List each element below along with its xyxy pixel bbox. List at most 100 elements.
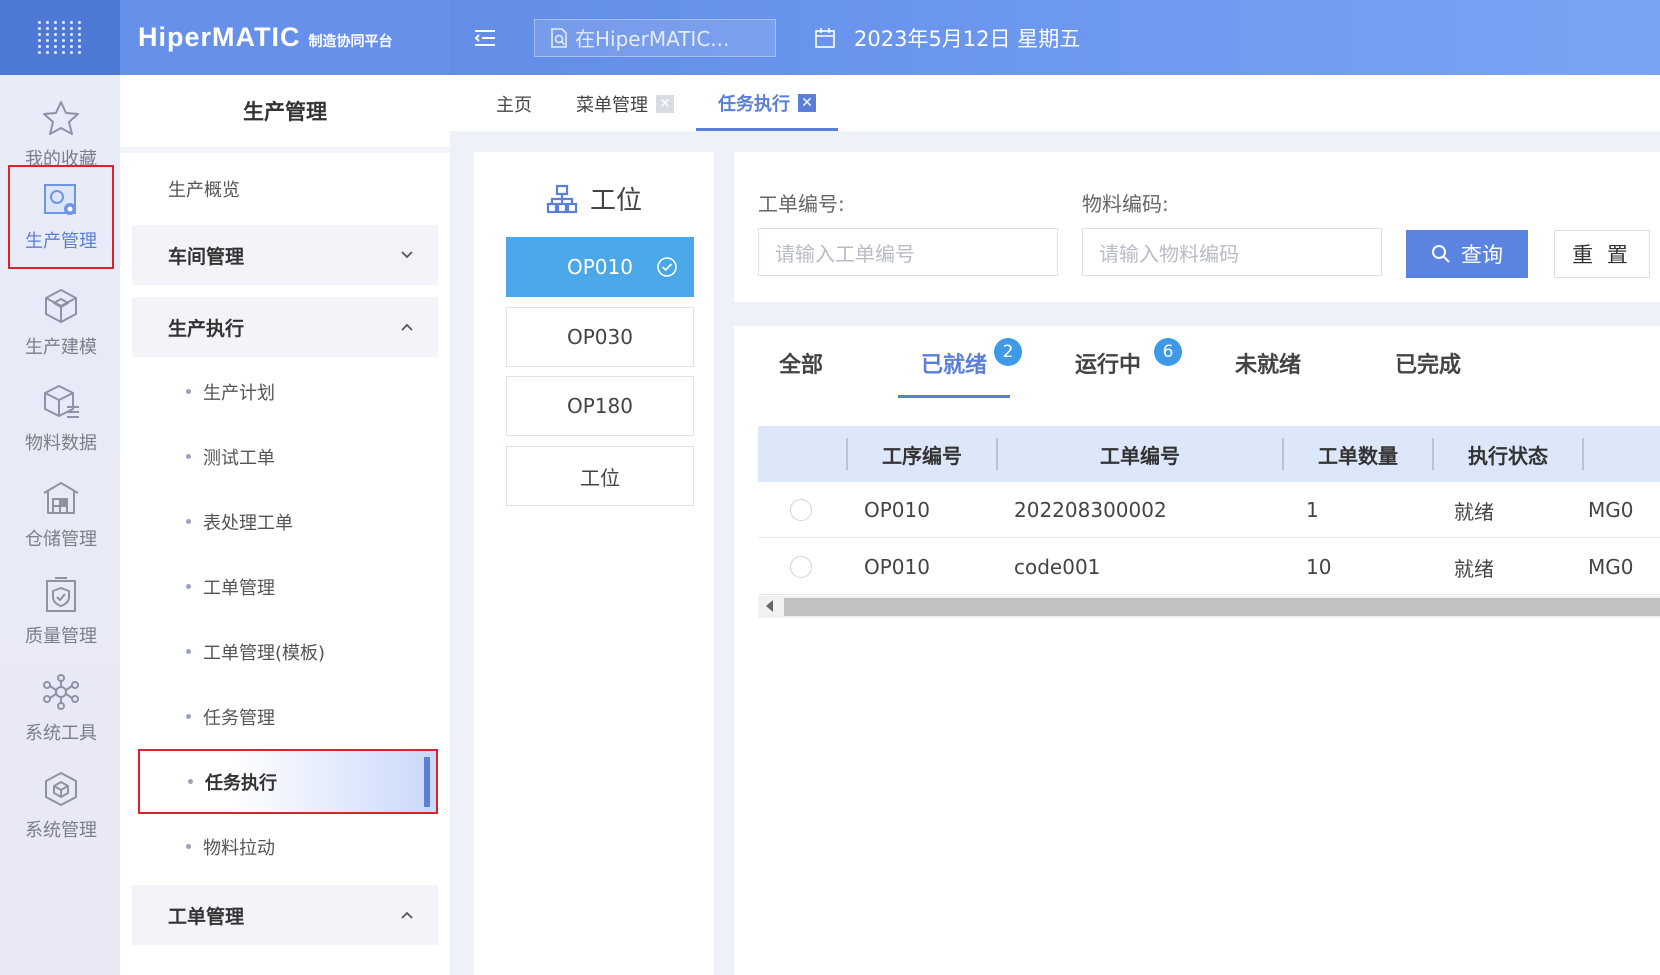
tab-task-exec[interactable]: 任务执行 ✕ — [696, 77, 838, 131]
rail-item-production[interactable]: 生产管理 — [8, 165, 114, 269]
menu-item-overview[interactable]: 生产概览 — [120, 153, 450, 225]
rail-item-modeling[interactable]: 生产建模 — [8, 271, 114, 375]
status-tab-not-ready[interactable]: 未就绪 — [1232, 326, 1304, 400]
order-no-input[interactable]: 请输入工单编号 — [758, 228, 1058, 276]
workstation-item[interactable]: 工位 — [506, 446, 694, 506]
col-header-status: 执行状态 — [1468, 443, 1548, 468]
status-tab-running[interactable]: 运行中 6 — [1072, 326, 1182, 400]
table-row[interactable]: OP010 202208300002 1 就绪 MG0 — [758, 482, 1660, 538]
workstation-item[interactable]: OP180 — [506, 376, 694, 436]
chevron-up-icon — [401, 323, 413, 331]
network-icon — [43, 674, 79, 710]
menu-group-workshop[interactable]: 车间管理 — [132, 225, 438, 285]
shield-icon — [46, 577, 76, 612]
row-radio[interactable] — [790, 499, 812, 521]
rail-label: 系统工具 — [25, 723, 97, 744]
status-tab-label: 已就绪 — [920, 353, 987, 378]
bullet-icon — [186, 584, 191, 589]
rail-label: 生产管理 — [25, 231, 97, 252]
logo-main-text: HiperMATIC — [138, 22, 301, 52]
menu-item-task-exec[interactable]: 任务执行 — [138, 749, 438, 814]
cell-op: OP010 — [864, 498, 930, 522]
menu-item-test-order[interactable]: 测试工单 — [120, 424, 450, 489]
warehouse-icon — [43, 482, 79, 514]
menu-item-plan[interactable]: 生产计划 — [120, 359, 450, 424]
table-header: 工序编号 工单编号 工单数量 执行状态 — [758, 426, 1660, 482]
rail-item-material[interactable]: 物料数据 — [8, 367, 114, 471]
app-grid-button[interactable] — [0, 0, 120, 75]
bullet-icon — [186, 389, 191, 394]
menu-item-task-mgmt[interactable]: 任务管理 — [120, 684, 450, 749]
col-header-order: 工单编号 — [1100, 443, 1180, 468]
status-tab-label: 全部 — [778, 353, 823, 378]
query-label: 查询 — [1461, 244, 1503, 267]
grid-dots-icon — [37, 21, 83, 54]
search-placeholder: 在HiperMATIC... — [575, 27, 730, 51]
rail-label: 仓储管理 — [25, 529, 97, 550]
menu-group-order[interactable]: 工单管理 — [132, 885, 438, 945]
rail-item-system[interactable]: 系统管理 — [8, 754, 114, 858]
menu-group-label: 生产执行 — [168, 317, 245, 340]
menu-item-material-pull[interactable]: 物料拉动 — [120, 814, 450, 879]
menu-toggle-button[interactable] — [450, 0, 520, 75]
col-header-qty: 工单数量 — [1318, 443, 1398, 468]
reset-button[interactable]: 重 置 — [1554, 230, 1650, 278]
status-tab-done[interactable]: 已完成 — [1392, 326, 1464, 400]
cell-order: 202208300002 — [1014, 498, 1167, 522]
rail-label: 物料数据 — [25, 433, 97, 454]
close-icon[interactable]: ✕ — [656, 95, 674, 113]
logo-sub-text: 制造协同平台 — [308, 33, 393, 50]
search-doc-icon — [551, 27, 567, 48]
column-divider — [1582, 438, 1584, 470]
menu-fold-icon — [474, 29, 495, 46]
row-radio[interactable] — [790, 556, 812, 578]
status-tab-label: 已完成 — [1394, 353, 1461, 378]
horizontal-scrollbar[interactable] — [758, 596, 1660, 618]
cell-status: 就绪 — [1454, 556, 1494, 581]
workstation-item[interactable]: OP010 — [506, 237, 694, 297]
rail-item-tools[interactable]: 系统工具 — [8, 657, 114, 761]
date-text: 2023年5月12日 星期五 — [854, 26, 1081, 51]
query-button[interactable]: 查询 — [1406, 230, 1528, 278]
workstation-panel: 工位 OP010 OP030 OP180 工位 — [474, 152, 714, 975]
material-code-label: 物料编码: — [1082, 192, 1169, 216]
cell-qty: 1 — [1306, 498, 1319, 522]
date-display: 2023年5月12日 星期五 — [814, 23, 1080, 53]
tab-menu-mgmt[interactable]: 菜单管理 ✕ — [554, 77, 696, 131]
cell-order: code001 — [1014, 555, 1101, 579]
menu-group-label: 车间管理 — [168, 245, 245, 268]
page-tabs: 主页 菜单管理 ✕ 任务执行 ✕ — [450, 75, 1660, 131]
filter-panel: 工单编号: 请输入工单编号 物料编码: 请输入物料编码 查询 重 置 — [734, 152, 1660, 302]
workstation-item[interactable]: OP030 — [506, 307, 694, 367]
cell-status: 就绪 — [1454, 499, 1494, 524]
cell-op: OP010 — [864, 555, 930, 579]
rail-item-warehouse[interactable]: 仓储管理 — [8, 463, 114, 567]
menu-item-order-template[interactable]: 工单管理(模板) — [120, 619, 450, 684]
rail-item-quality[interactable]: 质量管理 — [8, 560, 114, 664]
material-code-input[interactable]: 请输入物料编码 — [1082, 228, 1382, 276]
status-tab-all[interactable]: 全部 — [764, 326, 838, 400]
menu-leaf-label: 物料拉动 — [203, 837, 275, 859]
table-row[interactable]: OP010 code001 10 就绪 MG0 — [758, 539, 1660, 595]
menu-group-exec[interactable]: 生产执行 — [132, 297, 438, 357]
tab-home[interactable]: 主页 — [474, 77, 554, 131]
workstation-title: 工位 — [589, 186, 642, 216]
status-tab-label: 运行中 — [1074, 353, 1141, 378]
star-icon — [43, 101, 79, 135]
cell-extra: MG0 — [1588, 498, 1634, 522]
cell-qty: 10 — [1306, 555, 1332, 579]
status-tab-ready[interactable]: 已就绪 2 — [898, 326, 1022, 400]
menu-item-order-mgmt[interactable]: 工单管理 — [120, 554, 450, 619]
calendar-icon — [815, 27, 835, 48]
menu-item-surface-order[interactable]: 表处理工单 — [120, 489, 450, 554]
menu-leaf-label: 测试工单 — [203, 447, 275, 469]
box-list-icon — [44, 385, 79, 418]
scroll-left-icon[interactable] — [766, 600, 773, 612]
close-icon[interactable]: ✕ — [798, 93, 816, 112]
count-badge: 6 — [1154, 338, 1182, 366]
cube-icon — [45, 289, 77, 323]
scrollbar-thumb[interactable] — [784, 598, 1660, 616]
bullet-icon — [188, 779, 193, 784]
global-search-input[interactable]: 在HiperMATIC... — [534, 18, 776, 57]
chevron-down-icon — [401, 251, 413, 259]
